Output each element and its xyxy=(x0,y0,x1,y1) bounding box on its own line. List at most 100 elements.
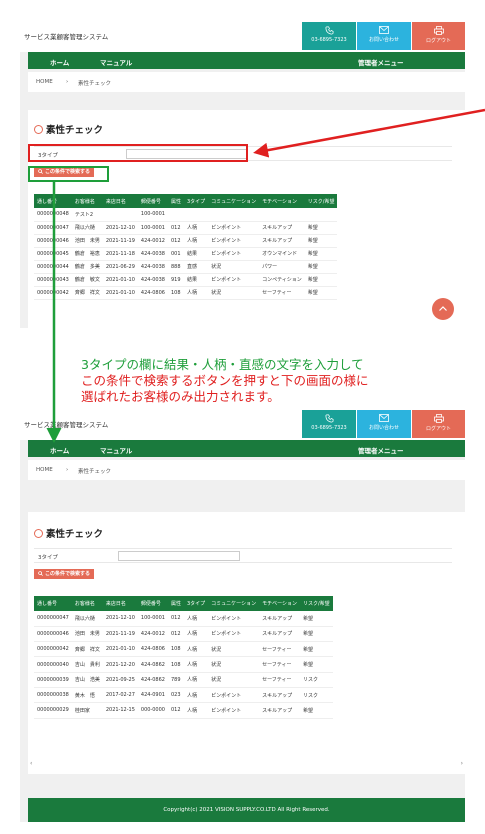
table-cell: スキルアップ xyxy=(259,221,305,235)
table-cell: ピンポイント xyxy=(208,247,260,261)
nav-item-admin[interactable]: 管理者メニュー xyxy=(358,57,404,67)
annotation-line-3: 選ばれたお客様のみ出力されます。 xyxy=(81,389,280,404)
table-cell: 2021-01-10 xyxy=(102,641,138,658)
table-cell: スキルアップ xyxy=(259,234,305,248)
table-cell xyxy=(167,208,184,222)
phone-button[interactable]: 03-6895-7323 xyxy=(302,22,356,50)
column-header: 来店日名 xyxy=(102,194,138,208)
scroll-top-button[interactable] xyxy=(432,298,454,320)
logout-button[interactable]: ログアウト xyxy=(412,410,465,438)
column-header: お客様名 xyxy=(71,596,103,611)
table-cell: 0000000042 xyxy=(34,641,72,658)
breadcrumb-home[interactable]: HOME xyxy=(36,79,53,85)
table-cell: 希望 xyxy=(304,247,338,261)
table-cell: 飛以六樋 xyxy=(71,611,103,627)
table-cell: 108 xyxy=(167,286,184,300)
circle-icon xyxy=(34,125,43,134)
nav-item-home[interactable]: ホーム xyxy=(50,445,69,455)
nav-item-manual[interactable]: マニュアル xyxy=(100,57,132,67)
table-cell: 希望 xyxy=(304,234,338,248)
table-cell: スキルアップ xyxy=(259,611,300,627)
column-header: 通し番号 xyxy=(34,194,72,208)
table-cell: 2021-12-15 xyxy=(102,702,138,719)
table-row[interactable]: 0000000048 テスト2 100-0001 xyxy=(34,208,338,222)
table-cell: 888 xyxy=(167,260,184,274)
table-row[interactable]: 0000000047 飛以六樋 2021-12-10 100-0001 012 人柄 ピンポ… xyxy=(34,611,333,627)
table-cell: 424-0038 xyxy=(137,273,168,287)
horizontal-scrollbar[interactable]: ‹ › xyxy=(28,760,465,768)
table-cell: 2021-09-25 xyxy=(102,672,138,688)
system-name: サービス業顧客管理システム xyxy=(24,421,109,429)
scroll-left-arrow[interactable]: ‹ xyxy=(30,760,32,767)
column-header: 郵便番号 xyxy=(137,194,168,208)
table-cell: 黄木 悟 xyxy=(71,687,103,704)
table-cell: 希望 xyxy=(299,611,333,627)
table-cell: 人柄 xyxy=(183,234,209,248)
table-row[interactable]: 0000000046 池田 未男 2021-11-19 424-0012 012 人柄 ピン… xyxy=(34,234,338,248)
table-cell: オウンマインド xyxy=(259,247,305,261)
table-cell: 桂田家 xyxy=(71,702,103,719)
table-cell: 012 xyxy=(167,611,184,627)
breadcrumb-home[interactable]: HOME xyxy=(36,467,53,473)
table-cell: リスク xyxy=(299,687,333,704)
table-cell: 0000000046 xyxy=(34,626,72,643)
table-cell: 希望 xyxy=(304,221,338,235)
table-cell: 人柄 xyxy=(183,702,209,719)
table-cell: 2021-11-19 xyxy=(102,234,138,248)
table-cell: 希望 xyxy=(299,656,333,673)
system-name: サービス業顧客管理システム xyxy=(24,33,109,41)
phone-button[interactable]: 03-6895-7323 xyxy=(302,410,356,438)
table-cell: 斉郷 祥文 xyxy=(71,286,103,300)
scroll-right-arrow[interactable]: › xyxy=(461,760,463,767)
table-cell: 424-0038 xyxy=(137,260,168,274)
contact-button[interactable]: お問い合わせ xyxy=(357,22,411,50)
app-header: サービス業顧客管理システム 03-6895-7323 お問い合わせ ログアウト xyxy=(20,408,465,440)
column-header: モチベーション xyxy=(259,596,300,611)
three-type-input[interactable] xyxy=(118,551,240,561)
nav-item-admin[interactable]: 管理者メニュー xyxy=(358,445,404,455)
table-row[interactable]: 0000000038 黄木 悟 2017-02-27 424-0901 023 人柄 ピンポ… xyxy=(34,687,333,704)
nav-item-home[interactable]: ホーム xyxy=(50,57,69,67)
table-cell: ピンポイント xyxy=(208,221,260,235)
breadcrumb-separator: › xyxy=(66,467,69,473)
table-cell: ピンポイント xyxy=(208,687,260,704)
table-row[interactable]: 0000000042 斉郷 祥文 2021-01-10 424-0806 108 人柄 状況… xyxy=(34,286,338,300)
contact-button[interactable]: お問い合わせ xyxy=(357,410,411,438)
page-title: 素性チェック xyxy=(34,122,103,136)
table-cell: ピンポイント xyxy=(208,702,260,719)
table-row[interactable]: 0000000045 鶴倉 裕恵 2021-11-18 424-0038 001 結果 ピン… xyxy=(34,247,338,261)
table-row[interactable]: 0000000039 吉山 浩美 2021-09-25 424-0862 789 人柄 状況… xyxy=(34,672,333,688)
table-cell: 000-0000 xyxy=(137,702,168,719)
table-cell: スキルアップ xyxy=(259,687,300,704)
mail-icon xyxy=(379,26,389,34)
phone-icon xyxy=(325,414,333,423)
table-row[interactable]: 0000000044 鶴倉 多美 2021-06-29 424-0038 888 直感 状況… xyxy=(34,260,338,274)
contact-label: お問い合わせ xyxy=(368,425,399,431)
table-cell: 424-0901 xyxy=(137,687,168,704)
table-row[interactable]: 0000000029 桂田家 2021-12-15 000-0000 012 人柄 ピンポイ… xyxy=(34,702,333,719)
table-cell: 状況 xyxy=(208,672,260,688)
table-cell: 100-0001 xyxy=(137,611,168,627)
nav-item-manual[interactable]: マニュアル xyxy=(100,445,132,455)
table-row[interactable]: 0000000042 斉郷 祥文 2021-01-10 424-0806 108 人柄 状況… xyxy=(34,641,333,658)
table-row[interactable]: 0000000043 鶴倉 敏文 2021-01-10 424-0038 919 結果 ピン… xyxy=(34,273,338,287)
table-cell: 鶴倉 敏文 xyxy=(71,273,103,287)
printer-icon xyxy=(433,26,444,35)
logout-button[interactable]: ログアウト xyxy=(412,22,465,50)
column-header: コミュニケーション xyxy=(208,596,260,611)
search-button[interactable]: この条件で検索する xyxy=(34,569,95,579)
table-cell: 0000000039 xyxy=(34,672,72,688)
table-cell: ピンポイント xyxy=(208,611,260,627)
table-cell: 2021-01-10 xyxy=(102,286,138,300)
table-row[interactable]: 0000000040 吉山 貴利 2021-12-20 424-0862 108 人柄 状況… xyxy=(34,656,333,673)
table-cell xyxy=(259,208,305,222)
annotation-line-2: この条件で検索するボタンを押すと下の画面の様に xyxy=(81,373,369,388)
table-row[interactable]: 0000000046 池田 未男 2021-11-19 424-0012 012 人柄 ピン… xyxy=(34,626,333,643)
table-cell: スキルアップ xyxy=(259,702,300,719)
table-cell: 希望 xyxy=(304,260,338,274)
table-cell: 鶴倉 多美 xyxy=(71,260,103,274)
content-card: 素性チェック 3タイプ この条件で検索する 通し番号 お客様名 来店日名 郵便番号 属性… xyxy=(28,110,465,328)
table-row[interactable]: 0000000047 飛以六樋 2021-12-10 100-0001 012 人柄 ピンポ… xyxy=(34,221,338,235)
main-nav: ホーム マニュアル 管理者メニュー xyxy=(28,52,465,69)
table-cell: 0000000045 xyxy=(34,247,72,261)
